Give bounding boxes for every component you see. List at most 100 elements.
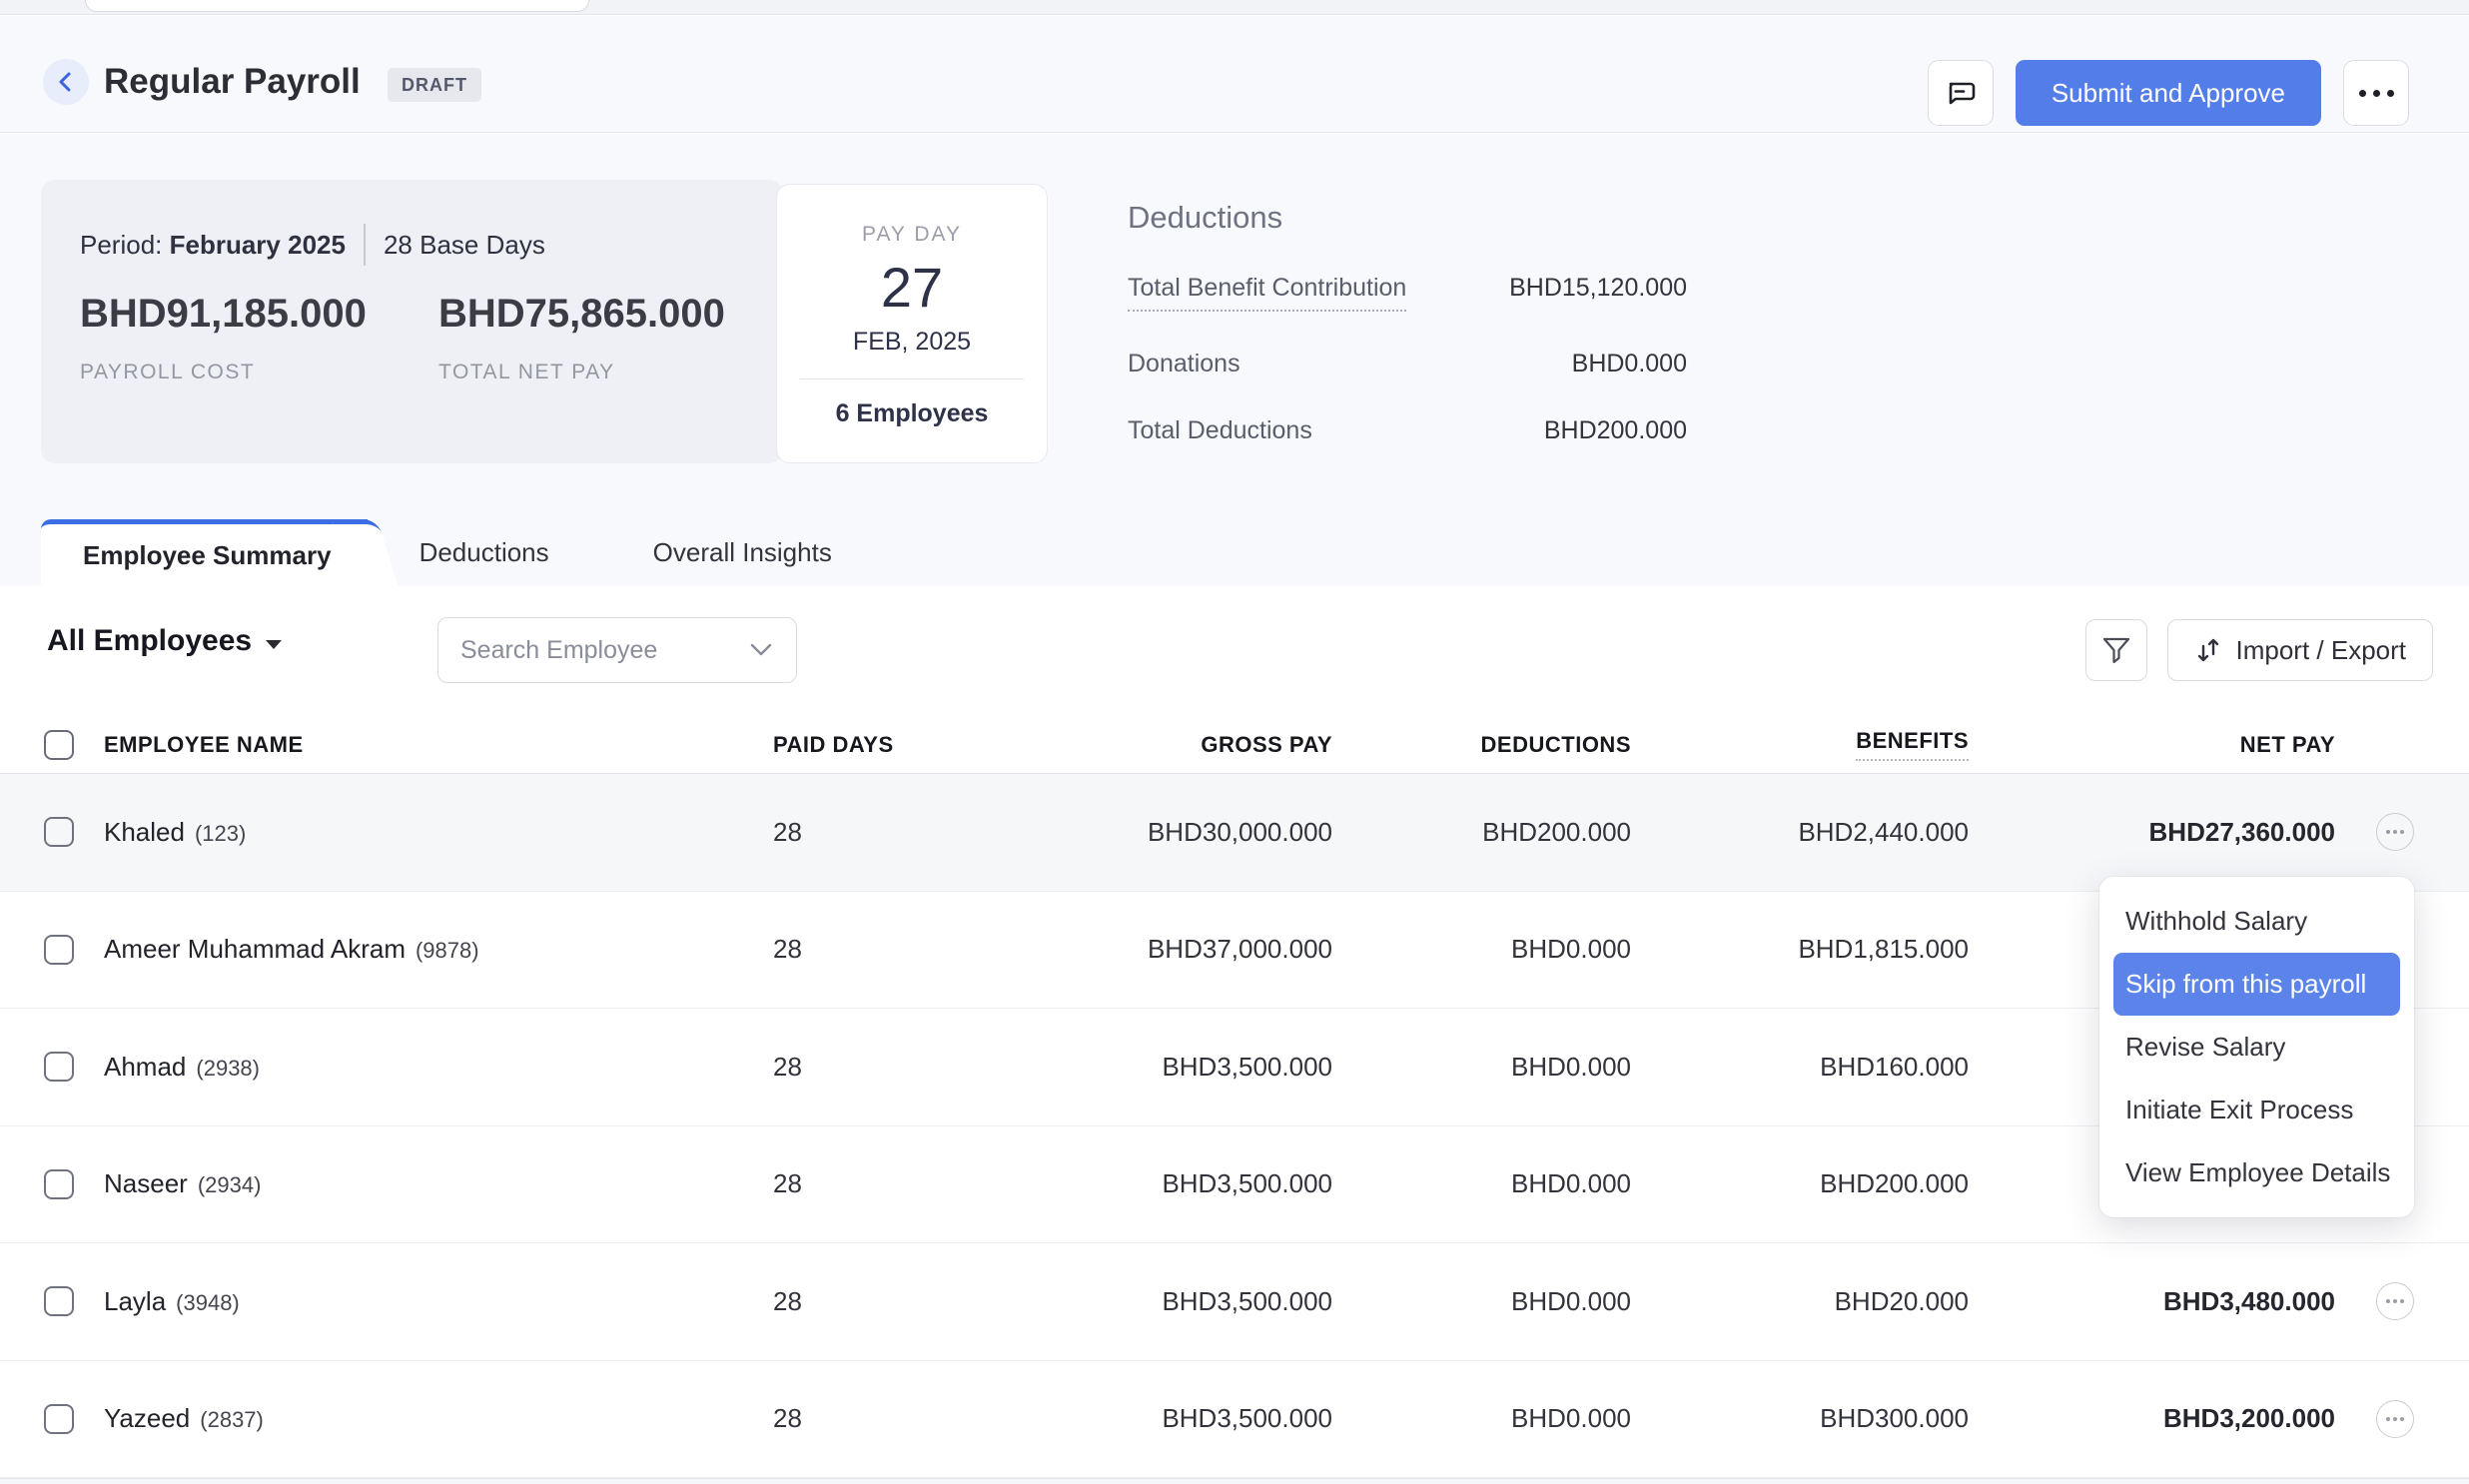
tab-deductions[interactable]: Deductions xyxy=(368,519,601,586)
status-badge: DRAFT xyxy=(388,68,481,102)
table-row[interactable]: Layla (3948) 28 BHD3,500.000 BHD0.000 BH… xyxy=(0,1243,2469,1361)
back-button[interactable] xyxy=(43,59,89,105)
employee-id: (123) xyxy=(195,821,246,847)
total-benefit-contribution-label[interactable]: Total Benefit Contribution xyxy=(1128,274,1406,312)
tab-employee-summary[interactable]: Employee Summary xyxy=(41,519,368,586)
period-line: Period: February 2025 28 Base Days xyxy=(80,224,545,266)
menu-item-withhold-salary[interactable]: Withhold Salary xyxy=(2113,890,2400,953)
comment-button[interactable] xyxy=(1928,60,1994,126)
divider xyxy=(364,224,366,266)
benefits-value: BHD300.000 xyxy=(1631,1403,1969,1434)
gross-pay-value: BHD3,500.000 xyxy=(953,1286,1332,1317)
menu-item-revise-salary[interactable]: Revise Salary xyxy=(2113,1016,2400,1079)
row-checkbox[interactable] xyxy=(44,1404,74,1434)
column-header-benefits: BENEFITS xyxy=(1631,728,1969,761)
gross-pay-value: BHD37,000.000 xyxy=(953,934,1332,965)
gross-pay-value: BHD30,000.000 xyxy=(953,817,1332,848)
row-checkbox[interactable] xyxy=(44,935,74,965)
deductions-panel: Deductions Total Benefit Contribution BH… xyxy=(1128,200,1687,445)
menu-item-skip-from-payroll[interactable]: Skip from this payroll xyxy=(2113,953,2400,1016)
row-more-button[interactable] xyxy=(2376,1282,2414,1320)
employee-filter-dropdown[interactable]: All Employees xyxy=(47,624,282,658)
payroll-run-page: Regular Payroll DRAFT Submit and Approve… xyxy=(0,0,2469,1484)
table-toolbar: All Employees Search Employee Import / E… xyxy=(0,586,2469,716)
caret-down-icon xyxy=(266,640,282,649)
deduction-row: Total Deductions BHD200.000 xyxy=(1128,416,1687,445)
speech-bubble-icon xyxy=(1943,75,1979,111)
paid-days-value: 28 xyxy=(773,1168,953,1199)
divider xyxy=(800,378,1024,379)
employee-id: (2837) xyxy=(200,1407,264,1433)
menu-item-initiate-exit-process[interactable]: Initiate Exit Process xyxy=(2113,1079,2400,1141)
benefits-value: BHD2,440.000 xyxy=(1631,817,1969,848)
total-net-pay-block: BHD75,865.000 TOTAL NET PAY xyxy=(438,292,725,384)
table-row[interactable]: Yazeed (2837) 28 BHD3,500.000 BHD0.000 B… xyxy=(0,1361,2469,1479)
payday-day: 27 xyxy=(777,255,1047,320)
donations-value: BHD0.000 xyxy=(1572,350,1687,378)
payday-label: PAY DAY xyxy=(777,223,1047,247)
deduction-row: Donations BHD0.000 xyxy=(1128,350,1687,378)
deductions-value: BHD0.000 xyxy=(1332,1168,1631,1199)
row-checkbox[interactable] xyxy=(44,1169,74,1199)
deductions-value: BHD0.000 xyxy=(1332,1286,1631,1317)
row-context-menu: Withhold Salary Skip from this payroll R… xyxy=(2099,877,2414,1217)
select-all-checkbox[interactable] xyxy=(44,730,74,760)
top-strip xyxy=(0,0,2469,15)
total-net-pay-label: TOTAL NET PAY xyxy=(438,361,725,384)
paid-days-value: 28 xyxy=(773,817,953,848)
row-more-button[interactable] xyxy=(2376,1400,2414,1438)
gross-pay-value: BHD3,500.000 xyxy=(953,1403,1332,1434)
employee-name: Naseer xyxy=(104,1168,188,1199)
submit-and-approve-button[interactable]: Submit and Approve xyxy=(2016,60,2321,126)
deductions-value: BHD0.000 xyxy=(1332,1403,1631,1434)
chevron-down-icon xyxy=(748,642,774,658)
payday-card: PAY DAY 27 FEB, 2025 6 Employees xyxy=(776,184,1048,463)
row-checkbox[interactable] xyxy=(44,1286,74,1316)
employee-name: Layla xyxy=(104,1286,166,1317)
benefits-value: BHD200.000 xyxy=(1631,1168,1969,1199)
benefits-value: BHD1,815.000 xyxy=(1631,934,1969,965)
tab-overall-insights[interactable]: Overall Insights xyxy=(601,519,884,586)
paid-days-value: 28 xyxy=(773,1403,953,1434)
donations-label: Donations xyxy=(1128,350,1240,378)
benefits-value: BHD160.000 xyxy=(1631,1052,1969,1083)
column-header-paid-days: PAID DAYS xyxy=(773,732,953,758)
paid-days-value: 28 xyxy=(773,1052,953,1083)
row-checkbox[interactable] xyxy=(44,1052,74,1082)
row-more-button[interactable] xyxy=(2376,813,2414,851)
table-row[interactable]: Khaled (123) 28 BHD30,000.000 BHD200.000… xyxy=(0,774,2469,892)
row-checkbox[interactable] xyxy=(44,817,74,847)
table-header-row: EMPLOYEE NAME PAID DAYS GROSS PAY DEDUCT… xyxy=(0,716,2469,774)
deductions-heading: Deductions xyxy=(1128,200,1687,236)
more-options-button[interactable] xyxy=(2343,60,2409,126)
header-actions: Submit and Approve xyxy=(1928,60,2409,126)
ellipsis-icon xyxy=(2359,90,2394,97)
employee-id: (9878) xyxy=(415,938,479,964)
page-title: Regular Payroll xyxy=(104,62,361,102)
net-pay-value: BHD3,200.000 xyxy=(1969,1403,2335,1434)
benefits-value: BHD20.000 xyxy=(1631,1286,1969,1317)
payday-month-year: FEB, 2025 xyxy=(777,328,1047,357)
total-deductions-label: Total Deductions xyxy=(1128,416,1312,445)
payroll-cost-label: PAYROLL COST xyxy=(80,361,367,384)
gross-pay-value: BHD3,500.000 xyxy=(953,1052,1332,1083)
filter-button[interactable] xyxy=(2085,619,2147,681)
payroll-cost-block: BHD91,185.000 PAYROLL COST xyxy=(80,292,367,384)
total-benefit-contribution-value: BHD15,120.000 xyxy=(1509,274,1687,303)
employee-filter-label: All Employees xyxy=(47,624,252,658)
search-employee-select[interactable]: Search Employee xyxy=(437,617,797,683)
menu-item-view-employee-details[interactable]: View Employee Details xyxy=(2113,1141,2400,1204)
payday-employee-count: 6 Employees xyxy=(777,399,1047,428)
partial-searchbar xyxy=(85,0,589,12)
toolbar-right: Import / Export xyxy=(2085,619,2434,681)
search-placeholder: Search Employee xyxy=(460,636,657,665)
employee-id: (3948) xyxy=(176,1290,240,1316)
column-header-deductions: DEDUCTIONS xyxy=(1332,732,1631,758)
employee-name: Yazeed xyxy=(104,1403,190,1434)
page-header: Regular Payroll DRAFT Submit and Approve xyxy=(0,16,2469,133)
import-export-button[interactable]: Import / Export xyxy=(2167,619,2434,681)
deductions-value: BHD200.000 xyxy=(1332,817,1631,848)
funnel-icon xyxy=(2101,635,2131,665)
import-export-label: Import / Export xyxy=(2236,635,2407,666)
column-header-employee-name: EMPLOYEE NAME xyxy=(104,732,773,758)
